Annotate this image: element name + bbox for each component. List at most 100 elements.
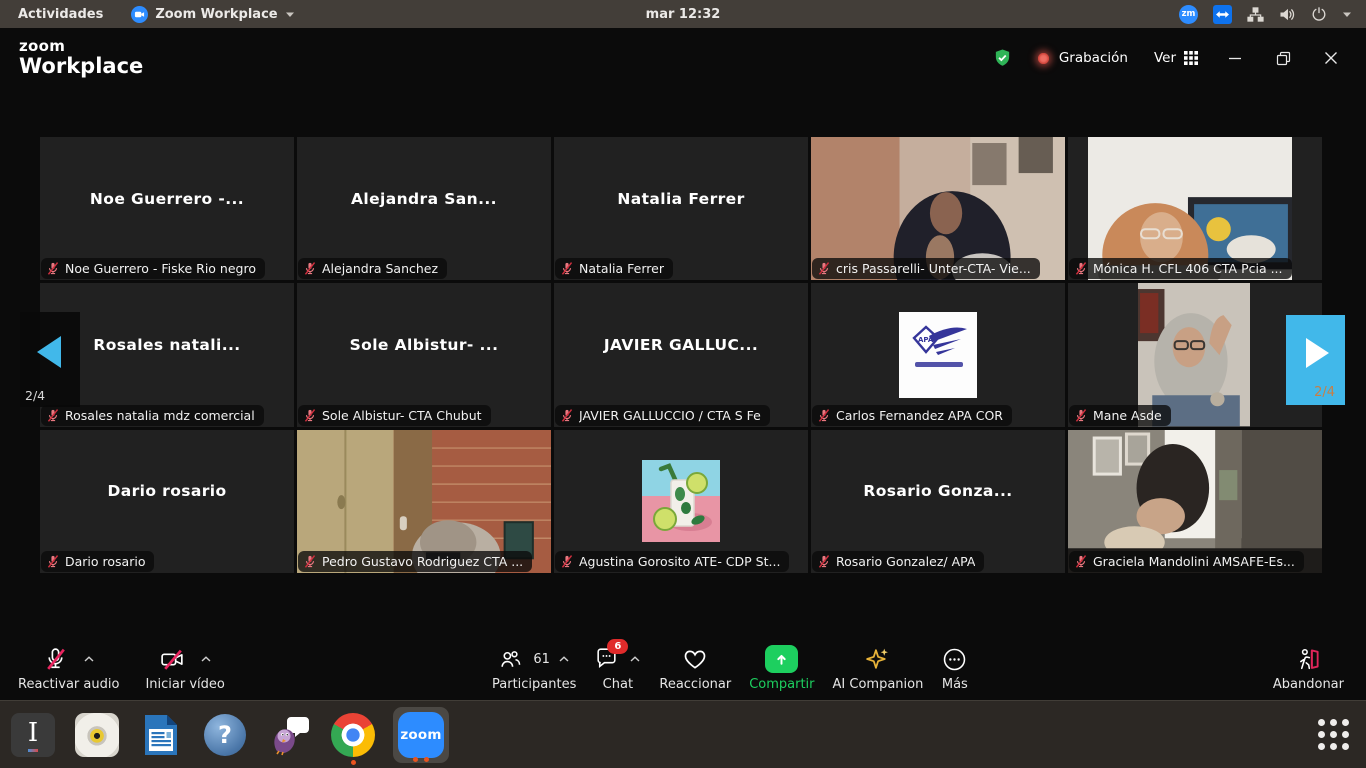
participant-label-text: Graciela Mandolini AMSAFE-Es... [1093, 554, 1295, 569]
pidgin-app-icon [267, 713, 311, 757]
dock-item-chrome[interactable] [329, 711, 377, 759]
power-icon[interactable] [1311, 6, 1327, 22]
participant-tile[interactable]: Noe Guerrero -...Noe Guerrero - Fiske Ri… [40, 137, 294, 280]
minimize-button[interactable] [1224, 51, 1246, 65]
participant-tile[interactable]: Natalia FerrerNatalia Ferrer [554, 137, 808, 280]
participant-label-text: Mónica H. CFL 406 CTA Pcia ... [1093, 261, 1283, 276]
network-icon[interactable] [1247, 7, 1264, 22]
dock-item-ibeam[interactable]: I [9, 711, 57, 759]
participant-label-text: Dario rosario [65, 554, 145, 569]
participant-label-text: Rosario Gonzalez/ APA [836, 554, 975, 569]
participant-display-name: Dario rosario [40, 430, 294, 553]
gallery-next-page-button[interactable]: 2/4 [1286, 315, 1345, 405]
security-shield-icon[interactable] [993, 48, 1012, 68]
participant-tile[interactable]: Sole Albistur- ...Sole Albistur- CTA Chu… [297, 283, 551, 426]
activities-button[interactable]: Actividades [0, 0, 121, 28]
chat-label: Chat [603, 677, 633, 692]
participants-button[interactable]: 61 Participantes [492, 644, 576, 692]
page-indicator-left: 2/4 [25, 388, 45, 403]
leave-label: Abandonar [1273, 677, 1344, 692]
participant-name-label: Agustina Gorosito ATE- CDP St... [555, 551, 789, 572]
participant-display-name: Noe Guerrero -... [40, 137, 294, 260]
participant-tile[interactable]: Mónica H. CFL 406 CTA Pcia ... [1068, 137, 1322, 280]
participant-display-name: JAVIER GALLUC... [554, 283, 808, 406]
tray-dropdown-icon[interactable] [1342, 11, 1352, 18]
participant-name-label: Alejandra Sanchez [298, 258, 447, 279]
muted-mic-icon [303, 408, 317, 423]
participant-tile[interactable]: Pedro Gustavo Rodriguez CTA ... [297, 430, 551, 573]
participant-tile[interactable]: Dario rosarioDario rosario [40, 430, 294, 573]
dock: I ? zoom [0, 700, 1366, 768]
leave-meeting-button[interactable]: Abandonar [1273, 644, 1344, 692]
libreoffice-writer-icon [139, 713, 183, 757]
dock-item-writer[interactable] [137, 711, 185, 759]
chrome-app-icon [331, 713, 375, 757]
participant-tile[interactable]: cris Passarelli- Unter-CTA- Vie... [811, 137, 1065, 280]
participant-label-text: Rosales natalia mdz comercial [65, 408, 255, 423]
audio-options-chevron[interactable] [83, 655, 95, 663]
meeting-toolbar: Reactivar audio Iniciar vídeo [0, 636, 1366, 700]
participant-tile[interactable]: Agustina Gorosito ATE- CDP St... [554, 430, 808, 573]
participant-tile[interactable]: Graciela Mandolini AMSAFE-Es... [1068, 430, 1322, 573]
ai-companion-button[interactable]: AI Companion [833, 644, 924, 692]
participant-display-name: Natalia Ferrer [554, 137, 808, 260]
react-button[interactable]: Reaccionar [659, 644, 731, 692]
dock-item-audio[interactable] [73, 711, 121, 759]
participant-label-text: JAVIER GALLUCCIO / CTA S Fe [579, 408, 761, 423]
page-indicator-right: 2/4 [1314, 385, 1335, 400]
participant-label-text: Sole Albistur- CTA Chubut [322, 408, 482, 423]
help-app-icon: ? [204, 714, 246, 756]
chat-button[interactable]: 6 Chat [594, 644, 641, 692]
dock-item-pidgin[interactable] [265, 711, 313, 759]
left-arrow-icon [37, 336, 61, 368]
participant-display-name: Rosario Gonza... [811, 430, 1065, 553]
show-applications-button[interactable] [1313, 715, 1353, 755]
zoom-app-dock-icon: zoom [398, 712, 444, 758]
ai-companion-label: AI Companion [833, 677, 924, 692]
app-menu-label: Zoom Workplace [155, 7, 277, 22]
participant-tile[interactable]: JAVIER GALLUC... JAVIER GALLUCCIO / CTA S… [554, 283, 808, 426]
camera-muted-icon [159, 646, 186, 673]
participant-label-text: Agustina Gorosito ATE- CDP St... [579, 554, 780, 569]
muted-mic-icon [560, 554, 574, 569]
participant-tile[interactable]: Mane Asde [1068, 283, 1322, 426]
participants-label: Participantes [492, 677, 576, 692]
menu-dropdown-icon [285, 11, 295, 18]
gallery-grid: Noe Guerrero -...Noe Guerrero - Fiske Ri… [40, 137, 1322, 573]
participant-label-text: Natalia Ferrer [579, 261, 664, 276]
recording-indicator[interactable]: Grabación [1038, 50, 1128, 66]
chat-chevron[interactable] [629, 655, 641, 663]
view-button[interactable]: Ver [1154, 50, 1198, 66]
heart-icon [682, 646, 708, 672]
participant-tile[interactable]: APACarlos Fernandez APA COR [811, 283, 1065, 426]
participant-label-text: Mane Asde [1093, 408, 1162, 423]
participants-chevron[interactable] [558, 655, 570, 663]
dock-item-zoom-active[interactable]: zoom [393, 707, 449, 763]
participant-tile[interactable]: Alejandra San...Alejandra Sanchez [297, 137, 551, 280]
app-menu-button[interactable]: Zoom Workplace [121, 0, 304, 28]
share-screen-button[interactable]: Compartir [749, 644, 814, 692]
zoom-tray-icon[interactable]: zm [1179, 5, 1198, 24]
participant-name-label: Graciela Mandolini AMSAFE-Es... [1069, 551, 1304, 572]
unmute-audio-button[interactable]: Reactivar audio [18, 644, 119, 692]
more-button[interactable]: Más [941, 644, 968, 692]
teamviewer-tray-icon[interactable] [1213, 5, 1232, 24]
video-options-chevron[interactable] [200, 655, 212, 663]
start-video-button[interactable]: Iniciar vídeo [145, 644, 224, 692]
grid-view-icon [1184, 51, 1198, 65]
restore-window-button[interactable] [1272, 51, 1294, 66]
system-tray: zm [1179, 5, 1366, 24]
close-window-button[interactable] [1320, 51, 1342, 65]
participant-name-label: cris Passarelli- Unter-CTA- Vie... [812, 258, 1040, 279]
muted-mic-icon [1074, 408, 1088, 423]
participant-display-name: Alejandra San... [297, 137, 551, 260]
participant-name-label: Mónica H. CFL 406 CTA Pcia ... [1069, 258, 1292, 279]
volume-icon[interactable] [1279, 7, 1296, 22]
gallery-prev-page-button[interactable]: 2/4 [20, 312, 80, 407]
recording-label: Grabación [1059, 50, 1128, 66]
muted-mic-icon [303, 554, 317, 569]
participant-label-text: cris Passarelli- Unter-CTA- Vie... [836, 261, 1031, 276]
chat-unread-badge: 6 [607, 639, 628, 654]
dock-item-help[interactable]: ? [201, 711, 249, 759]
participant-tile[interactable]: Rosario Gonza...Rosario Gonzalez/ APA [811, 430, 1065, 573]
